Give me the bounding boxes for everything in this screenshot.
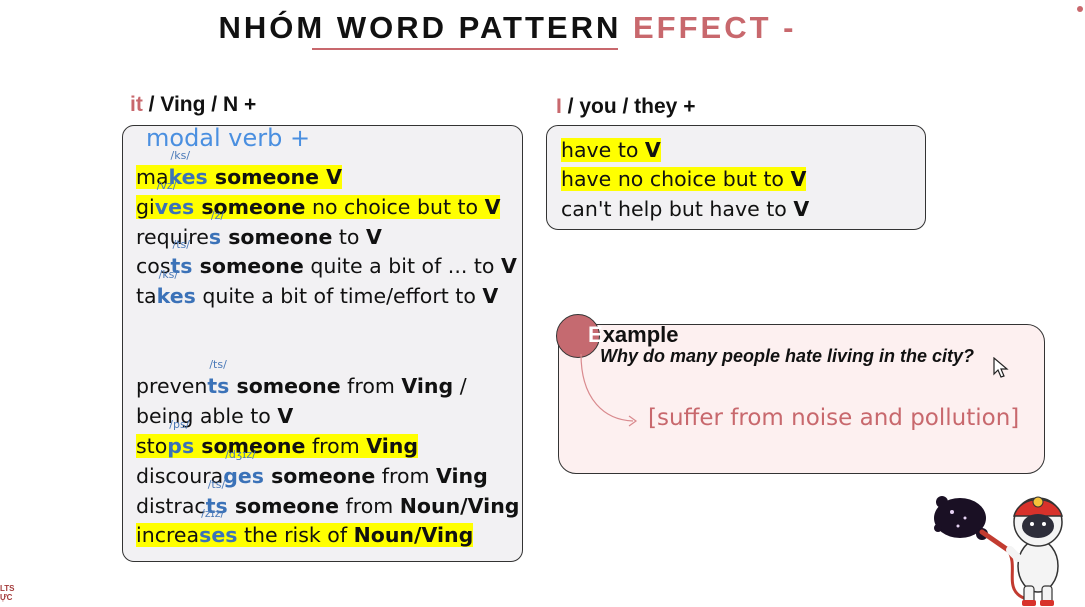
pattern-line-being-able: being able to V xyxy=(136,404,294,428)
arrow-icon xyxy=(580,353,638,427)
pattern-line-gives: gi/vz/ves someone no choice but to V xyxy=(136,179,501,219)
title-underline xyxy=(312,48,618,50)
pattern-line-distracts: distrac/ts/ts someone from Noun/Ving xyxy=(136,478,520,519)
title-main: NHÓM WORD PATTERN xyxy=(218,10,622,45)
example-answer: [suffer from noise and pollution] xyxy=(648,405,1020,431)
logo-icon: LTS ỰC xyxy=(0,584,15,602)
page-title: NHÓM WORD PATTERN EFFECT - xyxy=(0,10,1015,46)
pattern-line-takes: ta/ks/kes quite a bit of time/effort to … xyxy=(136,268,499,309)
example-question: Why do many people hate living in the ci… xyxy=(600,346,975,366)
modal-verb-label: modal verb + xyxy=(146,124,311,152)
pattern-line-increases: increa/zɪz/ses the risk of Noun/Ving xyxy=(136,507,474,547)
pattern-line-discourages: discoura/dʒɪz/ges someone from Ving xyxy=(136,448,488,489)
right-heading: I / you / they + xyxy=(556,95,696,118)
pattern-line-cant-help: can't help but have to V xyxy=(561,197,810,221)
pattern-line-stops: sto/ps/ps someone from Ving xyxy=(136,418,418,458)
corner-dot xyxy=(1077,6,1083,12)
title-accent: EFFECT - xyxy=(633,10,797,45)
pattern-line-have-to: have to V xyxy=(561,138,661,162)
pattern-line-prevents: preven/ts/ts someone from Ving / xyxy=(136,358,467,399)
pattern-line-costs: cos/ts/ts someone quite a bit of ... to … xyxy=(136,238,517,279)
cursor-icon xyxy=(993,357,1009,378)
left-heading: it / Ving / N + xyxy=(130,93,257,116)
example-title: Example xyxy=(588,322,679,347)
pattern-line-have-no-choice: have no choice but to V xyxy=(561,167,807,191)
astronaut-mascot-icon xyxy=(934,496,1063,606)
